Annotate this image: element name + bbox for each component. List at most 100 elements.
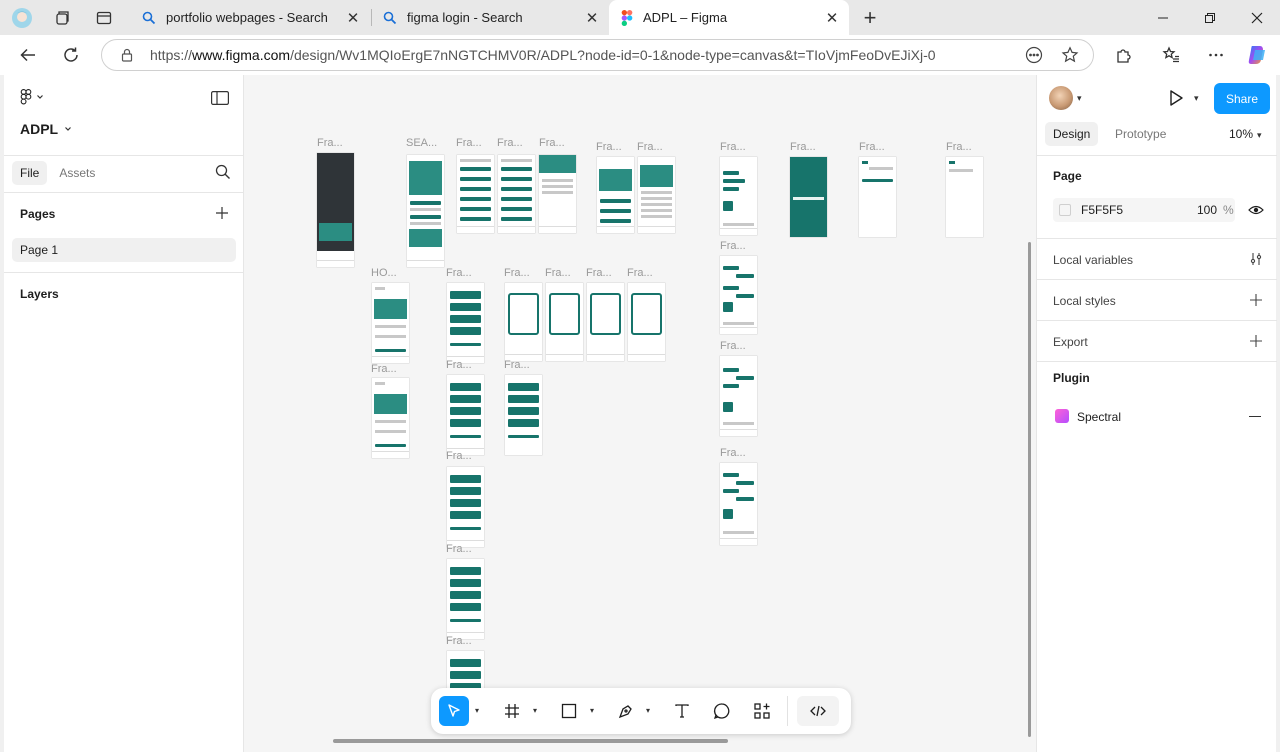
url-bar[interactable]: https://www.figma.com/design/Wv1MQIoErgE… [101,39,1094,71]
toggle-sidebar-icon[interactable] [211,90,229,106]
chevron-down-icon[interactable]: ▾ [1077,93,1082,104]
frame-label[interactable]: Fra... [946,141,972,153]
minimize-button[interactable] [1140,0,1186,35]
fill-hex-input[interactable]: F5F5F5 [1081,203,1181,217]
frame-label[interactable]: Fra... [446,450,472,462]
frame-thumbnail[interactable] [587,283,624,361]
frame-label[interactable]: Fra... [545,267,571,279]
add-page-icon[interactable] [215,206,229,220]
chevron-down-icon[interactable]: ▾ [533,706,537,715]
copilot-icon[interactable] [1243,41,1271,69]
frame-thumbnail[interactable] [720,157,757,235]
comment-tool-button[interactable] [707,696,737,726]
local-variables-label[interactable]: Local variables [1053,253,1133,267]
frame-tool-button[interactable] [497,696,527,726]
move-tool-button[interactable] [439,696,469,726]
tab-design[interactable]: Design [1045,122,1099,146]
frame-thumbnail[interactable] [505,375,542,455]
tab-portfolio-search[interactable]: portfolio webpages - Search ✕ [130,0,370,35]
frame-thumbnail[interactable] [505,283,542,361]
frame-label[interactable]: Fra... [446,543,472,555]
chevron-down-icon[interactable]: ▾ [590,706,594,715]
frame-thumbnail[interactable] [597,157,634,233]
eye-icon[interactable] [1248,203,1264,217]
add-style-icon[interactable] [1249,293,1263,307]
frame-thumbnail[interactable] [372,283,409,363]
frame-label[interactable]: Fra... [456,137,482,149]
frame-thumbnail[interactable] [720,356,757,436]
frame-label[interactable]: Fra... [504,359,530,371]
frame-label[interactable]: Fra... [586,267,612,279]
horizontal-scrollbar[interactable] [333,739,728,743]
frame-thumbnail[interactable] [720,256,757,334]
file-name-menu[interactable]: ADPL [20,121,72,137]
remove-plugin-icon[interactable] [1249,416,1261,417]
frame-thumbnail[interactable] [628,283,665,361]
frame-label[interactable]: Fra... [720,240,746,252]
avatar[interactable] [1049,86,1073,110]
rectangle-tool-button[interactable] [554,696,584,726]
close-tab-icon[interactable]: ✕ [342,7,364,29]
frame-thumbnail[interactable] [498,155,535,233]
dev-mode-toggle[interactable] [797,696,839,726]
frame-thumbnail[interactable] [447,467,484,547]
profile-avatar-icon[interactable] [10,6,34,30]
frame-thumbnail[interactable] [546,283,583,361]
frame-label[interactable]: Fra... [371,363,397,375]
restore-button[interactable] [1187,0,1233,35]
main-menu-button[interactable] [20,89,44,105]
chevron-down-icon[interactable]: ▾ [475,706,479,715]
more-options-icon[interactable] [1021,42,1047,68]
design-canvas[interactable]: Fra... SEA... Fra... Fra... Fra... Fra..… [245,75,1036,752]
close-tab-icon[interactable]: ✕ [581,7,603,29]
vertical-tabs-icon[interactable] [92,6,116,30]
chevron-down-icon[interactable]: ▾ [1257,130,1262,141]
close-tab-icon[interactable]: ✕ [821,7,843,29]
frame-thumbnail[interactable] [790,157,827,237]
frame-thumbnail[interactable] [317,153,354,267]
frame-label[interactable]: Fra... [497,137,523,149]
share-button[interactable]: Share [1214,83,1270,114]
frame-label[interactable]: Fra... [790,141,816,153]
actions-tool-button[interactable] [747,696,777,726]
frame-label[interactable]: SEA... [406,137,437,149]
frame-label[interactable]: Fra... [637,141,663,153]
pen-tool-button[interactable] [611,696,641,726]
text-tool-button[interactable] [667,696,697,726]
tab-figma-login-search[interactable]: figma login - Search ✕ [371,0,609,35]
frame-label[interactable]: Fra... [627,267,653,279]
frame-thumbnail[interactable] [447,651,484,691]
frame-label[interactable]: Fra... [446,359,472,371]
frame-thumbnail[interactable] [539,155,576,233]
frame-label[interactable]: Fra... [446,267,472,279]
search-icon[interactable] [215,164,231,180]
plugin-name[interactable]: Spectral [1077,410,1121,424]
vertical-scrollbar[interactable] [1028,242,1031,737]
frame-label[interactable]: Fra... [446,635,472,647]
new-tab-button[interactable]: + [858,5,882,30]
frame-thumbnail[interactable] [720,463,757,545]
workspaces-icon[interactable] [50,6,74,30]
frame-thumbnail[interactable] [946,157,983,237]
tab-prototype[interactable]: Prototype [1107,122,1174,146]
frame-thumbnail[interactable] [407,155,444,267]
frame-label[interactable]: HO... [371,267,397,279]
frame-label[interactable]: Fra... [859,141,885,153]
tab-assets[interactable]: Assets [51,161,103,185]
favorites-list-icon[interactable] [1157,41,1185,69]
extensions-icon[interactable] [1110,41,1138,69]
frame-thumbnail[interactable] [447,375,484,455]
frame-thumbnail[interactable] [372,378,409,458]
fill-opacity-input[interactable]: 100 [1187,203,1217,217]
frame-thumbnail[interactable] [447,559,484,639]
chevron-down-icon[interactable]: ▾ [1194,93,1199,104]
page-fill-row[interactable]: F5F5F5 100 % [1053,198,1235,222]
zoom-level[interactable]: 10% [1229,127,1253,141]
add-export-icon[interactable] [1249,334,1263,348]
local-styles-label[interactable]: Local styles [1053,294,1116,308]
frame-thumbnail[interactable] [447,283,484,363]
frame-label[interactable]: Fra... [539,137,565,149]
frame-label[interactable]: Fra... [317,137,343,149]
frame-label[interactable]: Fra... [720,340,746,352]
tab-adpl-figma[interactable]: ADPL – Figma ✕ [609,0,849,35]
